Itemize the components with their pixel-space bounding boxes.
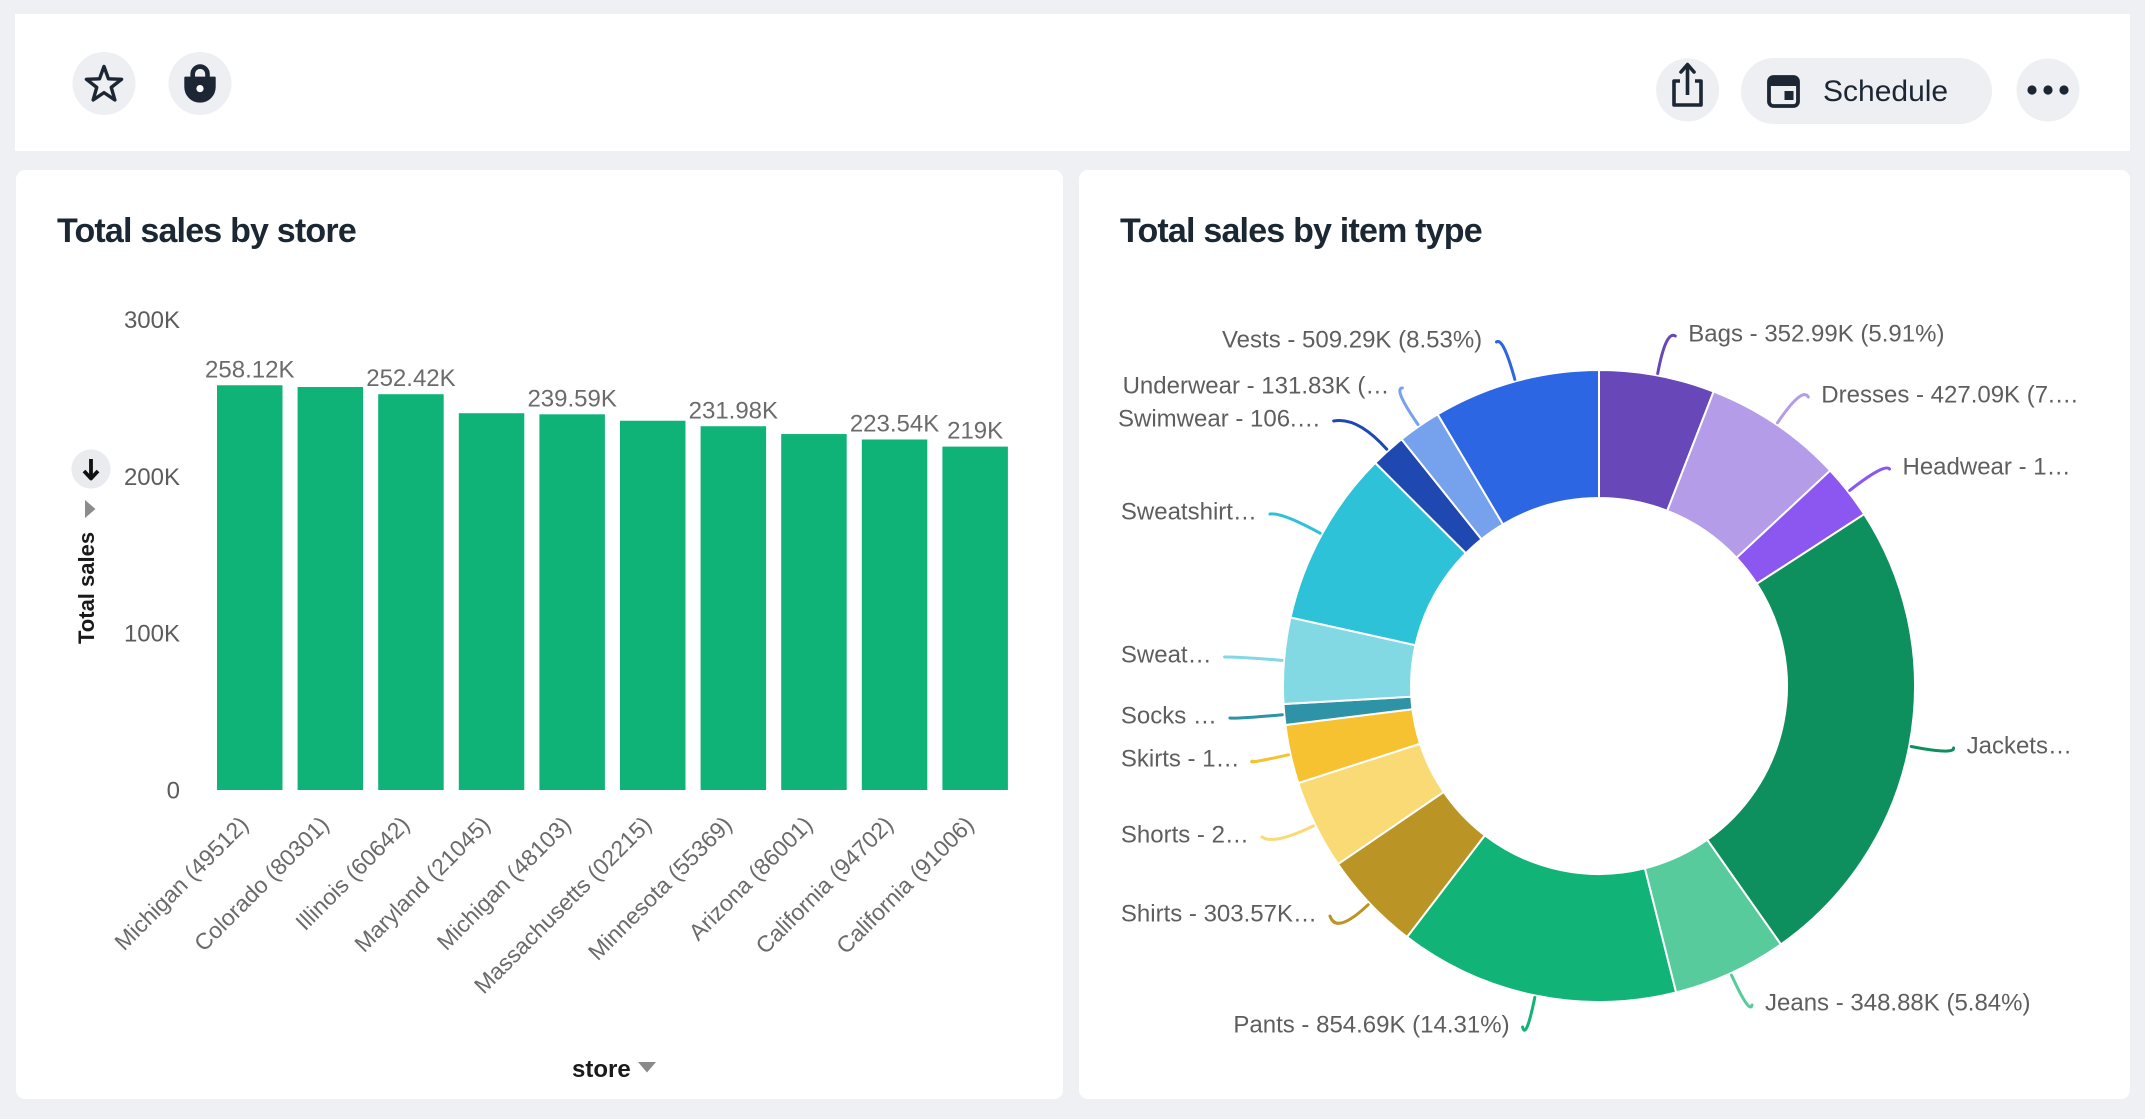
svg-text:219K: 219K <box>947 418 1003 445</box>
svg-text:Shorts - 2…: Shorts - 2… <box>1121 822 1249 849</box>
svg-text:Dresses - 427.09K (7.…: Dresses - 427.09K (7.… <box>1821 382 2078 409</box>
svg-text:Total sales: Total sales <box>74 532 99 644</box>
svg-text:Pants - 854.69K (14.31%): Pants - 854.69K (14.31%) <box>1233 1012 1509 1039</box>
svg-text:Total sales by item type: Total sales by item type <box>1120 212 1482 250</box>
svg-text:Jackets…: Jackets… <box>1967 733 2072 760</box>
svg-text:Skirts - 1…: Skirts - 1… <box>1121 746 1240 773</box>
svg-text:Vests - 509.29K (8.53%): Vests - 509.29K (8.53%) <box>1222 327 1482 354</box>
svg-text:239.59K: 239.59K <box>527 385 616 412</box>
svg-text:store: store <box>572 1056 631 1083</box>
svg-text:258.12K: 258.12K <box>205 356 294 383</box>
svg-text:Underwear - 131.83K (…: Underwear - 131.83K (… <box>1123 373 1390 400</box>
svg-text:223.54K: 223.54K <box>850 410 939 437</box>
svg-text:231.98K: 231.98K <box>689 397 778 424</box>
svg-text:0: 0 <box>167 778 180 805</box>
svg-text:Socks …: Socks … <box>1121 703 1217 730</box>
svg-text:252.42K: 252.42K <box>366 365 455 392</box>
svg-text:300K: 300K <box>124 307 180 334</box>
svg-text:Total sales by store: Total sales by store <box>57 212 356 250</box>
svg-text:Schedule: Schedule <box>1823 75 1948 108</box>
svg-text:Jeans - 348.88K (5.84%): Jeans - 348.88K (5.84%) <box>1765 990 2031 1017</box>
svg-text:Sweatshirt…: Sweatshirt… <box>1121 499 1257 526</box>
svg-text:Headwear - 1…: Headwear - 1… <box>1903 454 2071 481</box>
svg-text:100K: 100K <box>124 621 180 648</box>
svg-text:Sweat…: Sweat… <box>1121 642 1212 669</box>
svg-text:200K: 200K <box>124 464 180 491</box>
svg-text:Shirts - 303.57K…: Shirts - 303.57K… <box>1121 901 1317 928</box>
svg-text:Bags - 352.99K (5.91%): Bags - 352.99K (5.91%) <box>1688 321 1944 348</box>
svg-text:Swimwear - 106.…: Swimwear - 106.… <box>1118 406 1321 433</box>
